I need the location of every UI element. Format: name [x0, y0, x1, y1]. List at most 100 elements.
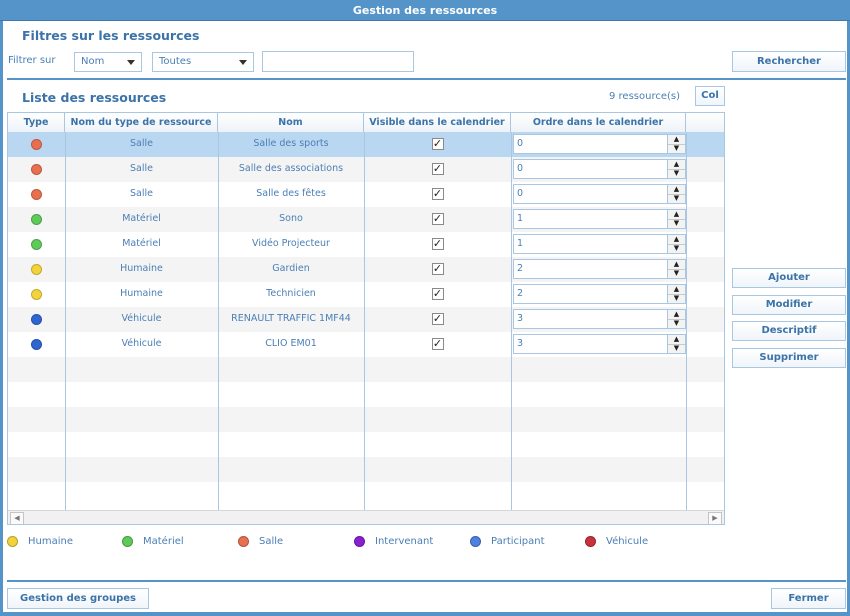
order-stepper[interactable]: 0 ▲ ▼ [513, 184, 686, 204]
type-name-cell: Salle [130, 163, 153, 174]
column-header-name[interactable]: Nom [218, 113, 364, 132]
order-value: 3 [517, 313, 524, 324]
visible-checkbox[interactable]: ✓ [431, 238, 444, 250]
visible-cell: ✓ [364, 282, 511, 307]
grid-column-divider [686, 132, 687, 510]
empty-row [8, 357, 724, 382]
order-value: 1 [517, 238, 524, 249]
legend-label: Salle [259, 536, 284, 547]
visible-cell: ✓ [364, 332, 511, 357]
caret-down-icon[interactable]: ▼ [668, 169, 685, 178]
visible-checkbox[interactable]: ✓ [431, 163, 444, 175]
visible-cell: ✓ [364, 232, 511, 257]
name-cell: CLIO EM01 [265, 338, 317, 349]
order-stepper[interactable]: 2 ▲ ▼ [513, 284, 686, 304]
table-row[interactable]: Humaine Technicien ✓ 2 ▲ ▼ [8, 282, 724, 307]
table-row[interactable]: Matériel Vidéo Projecteur ✓ 1 ▲ ▼ [8, 232, 724, 257]
scroll-left-icon[interactable]: ◀ [10, 512, 24, 524]
visible-cell: ✓ [364, 257, 511, 282]
window-frame-bottom [0, 612, 850, 616]
column-header-type-name[interactable]: Nom du type de ressource [65, 113, 218, 132]
order-cell: 1 ▲ ▼ [511, 207, 686, 232]
caret-down-icon[interactable]: ▼ [668, 269, 685, 278]
visible-checkbox[interactable]: ✓ [431, 338, 444, 350]
type-cell [8, 132, 65, 157]
column-header-order[interactable]: Ordre dans le calendrier [511, 113, 686, 132]
table-row[interactable]: Humaine Gardien ✓ 2 ▲ ▼ [8, 257, 724, 282]
horizontal-scrollbar[interactable]: ◀ ▶ [8, 510, 724, 524]
visible-checkbox[interactable]: ✓ [431, 288, 444, 300]
order-value: 3 [517, 338, 524, 349]
search-input[interactable] [262, 51, 414, 72]
filters-divider [7, 78, 846, 80]
scroll-right-icon[interactable]: ▶ [708, 512, 722, 524]
stepper-arrows: ▲ ▼ [667, 185, 685, 203]
caret-down-icon[interactable]: ▼ [668, 194, 685, 203]
search-button[interactable]: Rechercher [732, 51, 846, 72]
type-cell [8, 307, 65, 332]
type-cell [8, 207, 65, 232]
table-row[interactable]: Salle Salle des associations ✓ 0 ▲ ▼ [8, 157, 724, 182]
legend-dot-icon [585, 536, 596, 547]
grid-header: Type Nom du type de ressource Nom Visibl… [8, 113, 724, 133]
stepper-arrows: ▲ ▼ [667, 260, 685, 278]
caret-down-icon[interactable]: ▼ [668, 319, 685, 328]
type-color-dot-icon [31, 264, 42, 275]
describe-button[interactable]: Descriptif [732, 321, 846, 341]
type-name-cell: Matériel [122, 213, 161, 224]
order-stepper[interactable]: 3 ▲ ▼ [513, 334, 686, 354]
table-row[interactable]: Véhicule CLIO EM01 ✓ 3 ▲ ▼ [8, 332, 724, 357]
order-stepper[interactable]: 3 ▲ ▼ [513, 309, 686, 329]
visible-checkbox[interactable]: ✓ [431, 263, 444, 275]
type-cell [8, 332, 65, 357]
caret-down-icon[interactable]: ▼ [668, 244, 685, 253]
order-cell: 0 ▲ ▼ [511, 157, 686, 182]
close-button[interactable]: Fermer [771, 588, 846, 609]
type-cell [8, 282, 65, 307]
caret-down-icon[interactable]: ▼ [668, 219, 685, 228]
legend-label: Humaine [28, 536, 73, 547]
type-name-cell: Véhicule [121, 338, 162, 349]
order-stepper[interactable]: 1 ▲ ▼ [513, 234, 686, 254]
visible-checkbox[interactable]: ✓ [431, 138, 444, 150]
manage-groups-button[interactable]: Gestion des groupes [7, 588, 149, 609]
visible-checkbox[interactable]: ✓ [431, 313, 444, 325]
type-color-dot-icon [31, 239, 42, 250]
chevron-down-icon [239, 60, 247, 65]
order-stepper[interactable]: 1 ▲ ▼ [513, 209, 686, 229]
order-stepper[interactable]: 2 ▲ ▼ [513, 259, 686, 279]
order-stepper[interactable]: 0 ▲ ▼ [513, 159, 686, 179]
column-header-type[interactable]: Type [8, 113, 65, 132]
columns-button[interactable]: Col [695, 86, 725, 106]
order-stepper[interactable]: 0 ▲ ▼ [513, 134, 686, 154]
table-row[interactable]: Salle Salle des sports ✓ 0 ▲ ▼ [8, 132, 724, 157]
table-row[interactable]: Véhicule RENAULT TRAFFIC 1MF44 ✓ 3 ▲ ▼ [8, 307, 724, 332]
type-cell [8, 232, 65, 257]
edit-button[interactable]: Modifier [732, 295, 846, 315]
visible-checkbox[interactable]: ✓ [431, 188, 444, 200]
table-row[interactable]: Salle Salle des fêtes ✓ 0 ▲ ▼ [8, 182, 724, 207]
type-name-cell: Véhicule [121, 313, 162, 324]
order-cell: 1 ▲ ▼ [511, 232, 686, 257]
column-header-visible[interactable]: Visible dans le calendrier [364, 113, 511, 132]
caret-down-icon[interactable]: ▼ [668, 294, 685, 303]
visible-cell: ✓ [364, 207, 511, 232]
legend-label: Participant [491, 536, 545, 547]
order-cell: 2 ▲ ▼ [511, 257, 686, 282]
add-button[interactable]: Ajouter [732, 268, 846, 288]
legend-dot-icon [470, 536, 481, 547]
filter-field-select[interactable]: Nom [74, 52, 142, 72]
caret-down-icon[interactable]: ▼ [668, 144, 685, 153]
table-row[interactable]: Matériel Sono ✓ 1 ▲ ▼ [8, 207, 724, 232]
empty-row [8, 432, 724, 457]
type-cell [8, 182, 65, 207]
visible-checkbox[interactable]: ✓ [431, 213, 444, 225]
stepper-arrows: ▲ ▼ [667, 160, 685, 178]
name-cell: Salle des fêtes [256, 188, 326, 199]
grid-column-divider [364, 132, 365, 510]
caret-down-icon[interactable]: ▼ [668, 344, 685, 353]
type-name-cell: Matériel [122, 238, 161, 249]
type-color-dot-icon [31, 314, 42, 325]
filter-type-select[interactable]: Toutes [152, 52, 254, 72]
delete-button[interactable]: Supprimer [732, 348, 846, 368]
